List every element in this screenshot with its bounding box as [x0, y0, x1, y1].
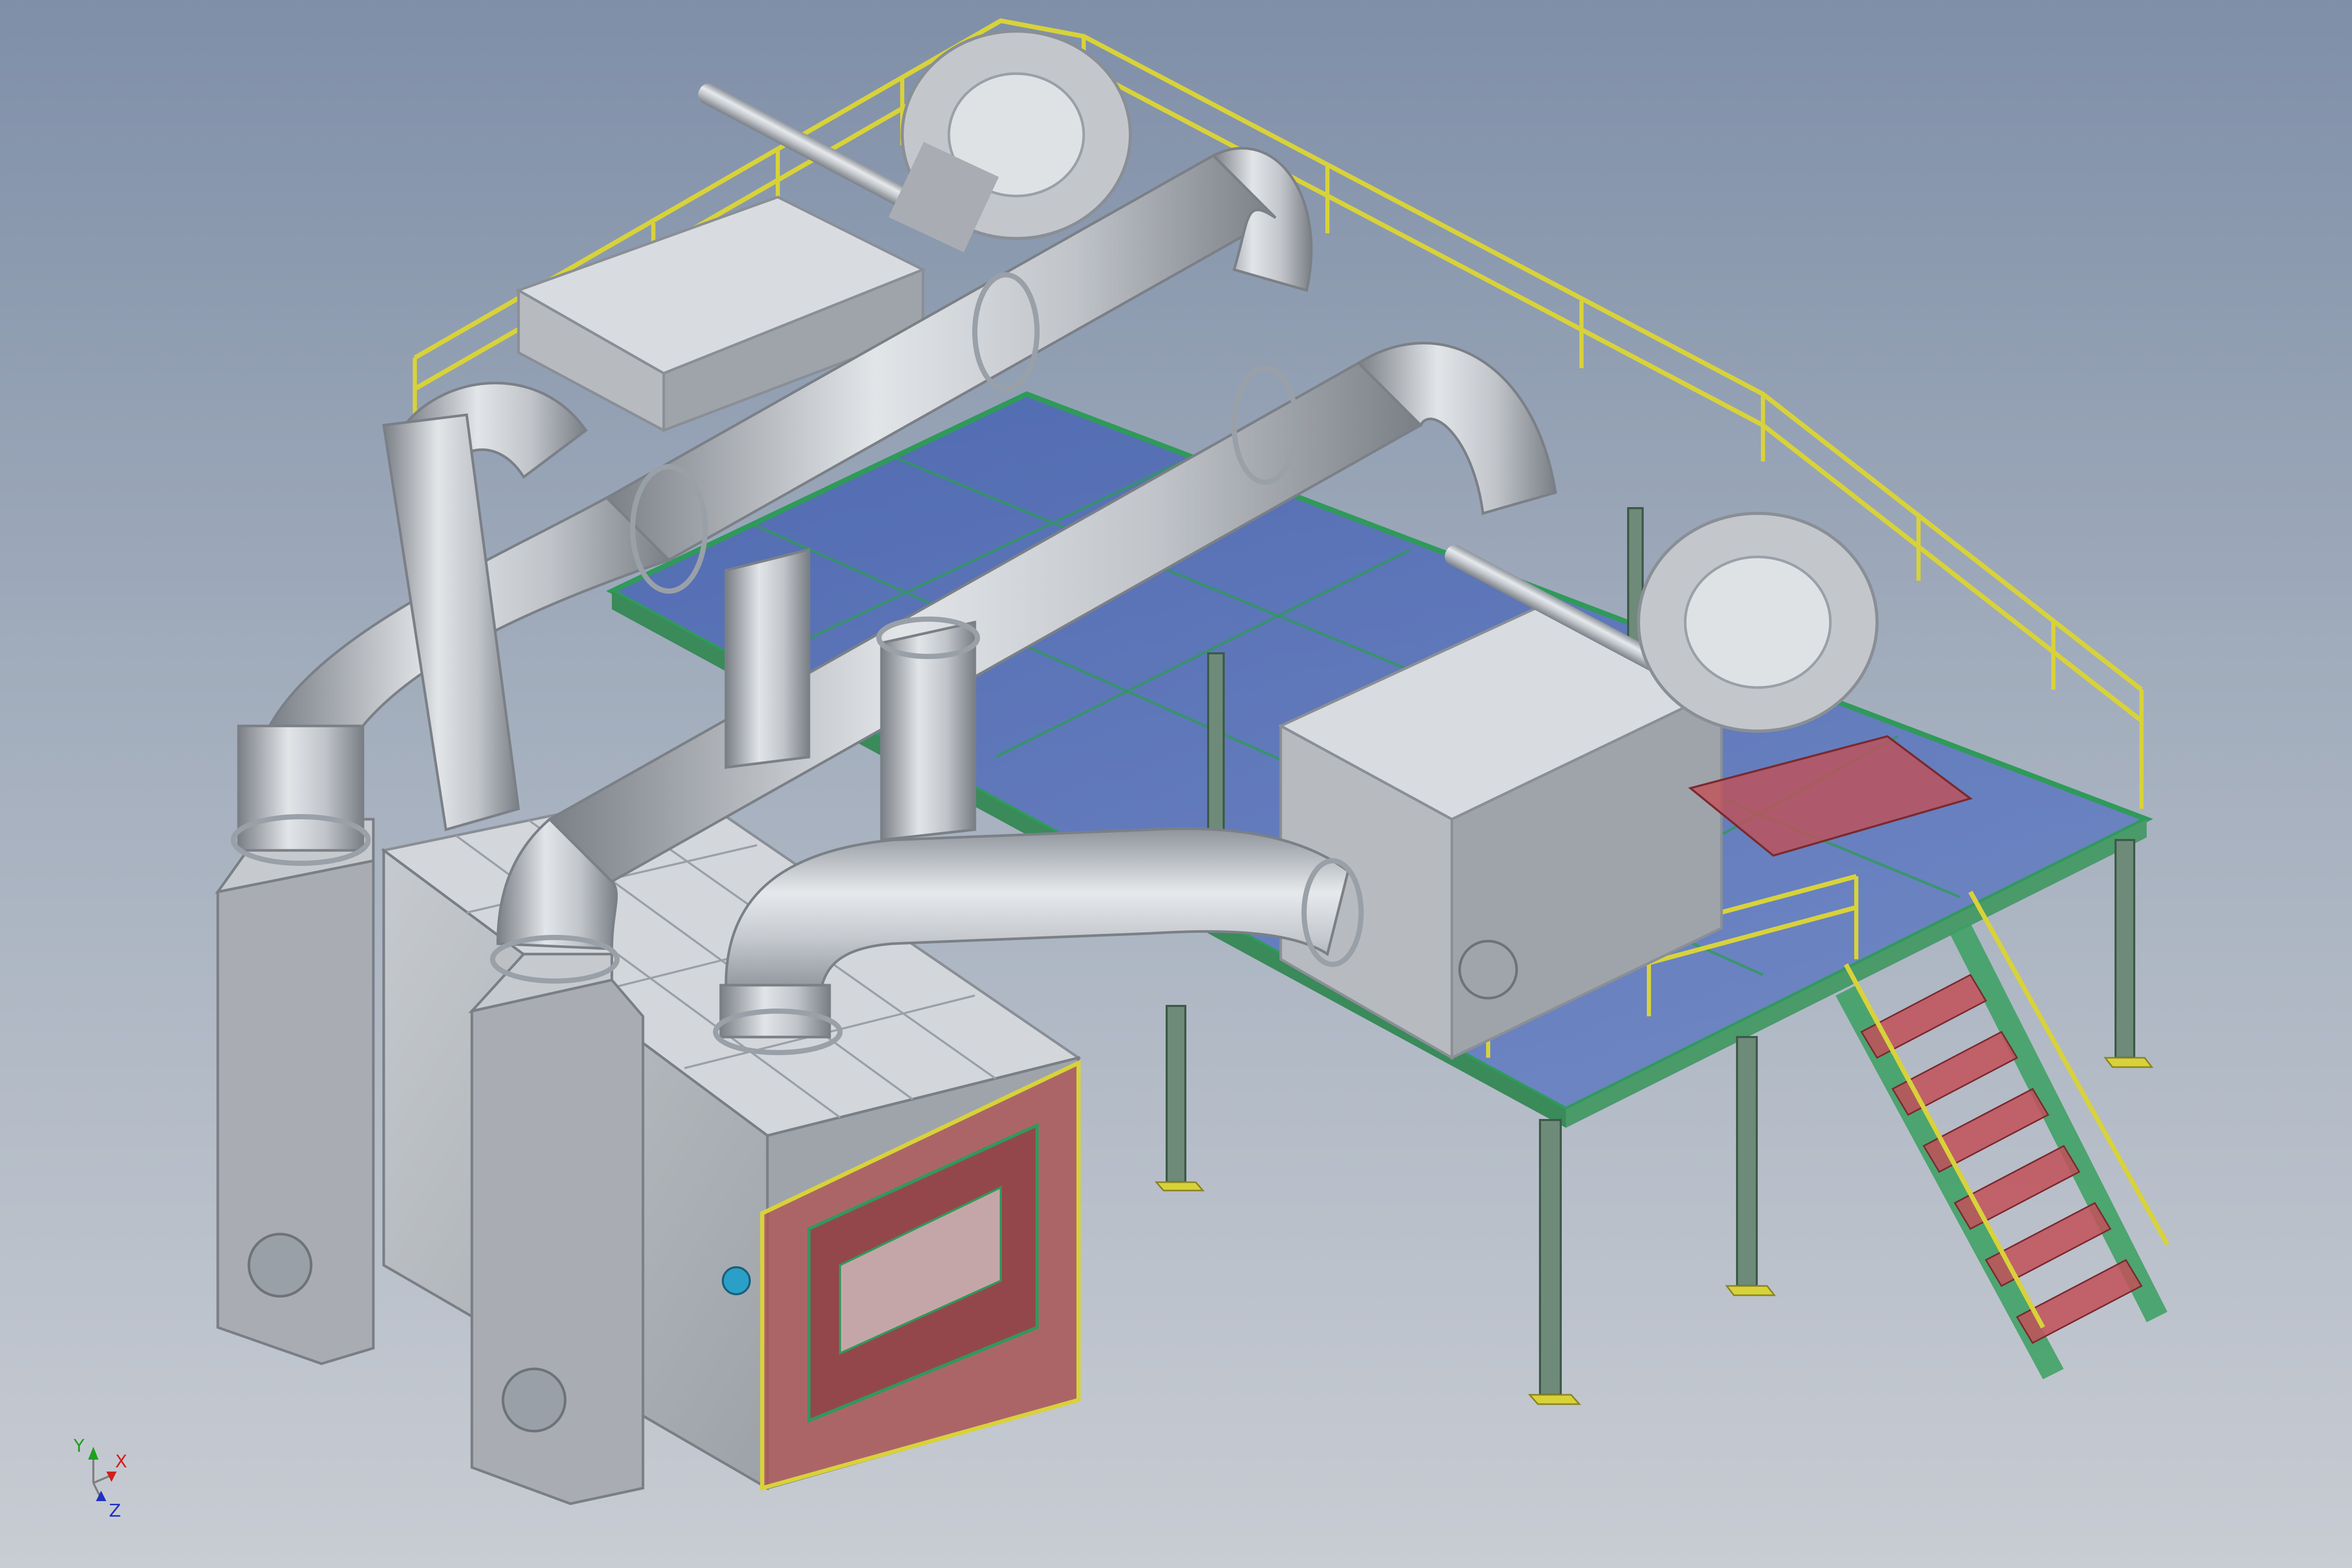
view-orientation-triad[interactable]: Y X Z	[73, 1436, 127, 1521]
stack-inspection-port	[247, 1233, 313, 1298]
triad-z-label: Z	[109, 1501, 121, 1521]
cad-3d-viewport[interactable]: Y X Z	[0, 0, 2352, 1568]
y-axis-icon	[88, 1447, 99, 1460]
triad-y-label: Y	[73, 1436, 85, 1457]
valve-icon[interactable]	[722, 1266, 751, 1295]
triad-x-label: X	[115, 1451, 127, 1472]
stack-inspection-port-2	[501, 1367, 567, 1433]
stack-right	[470, 978, 645, 1505]
